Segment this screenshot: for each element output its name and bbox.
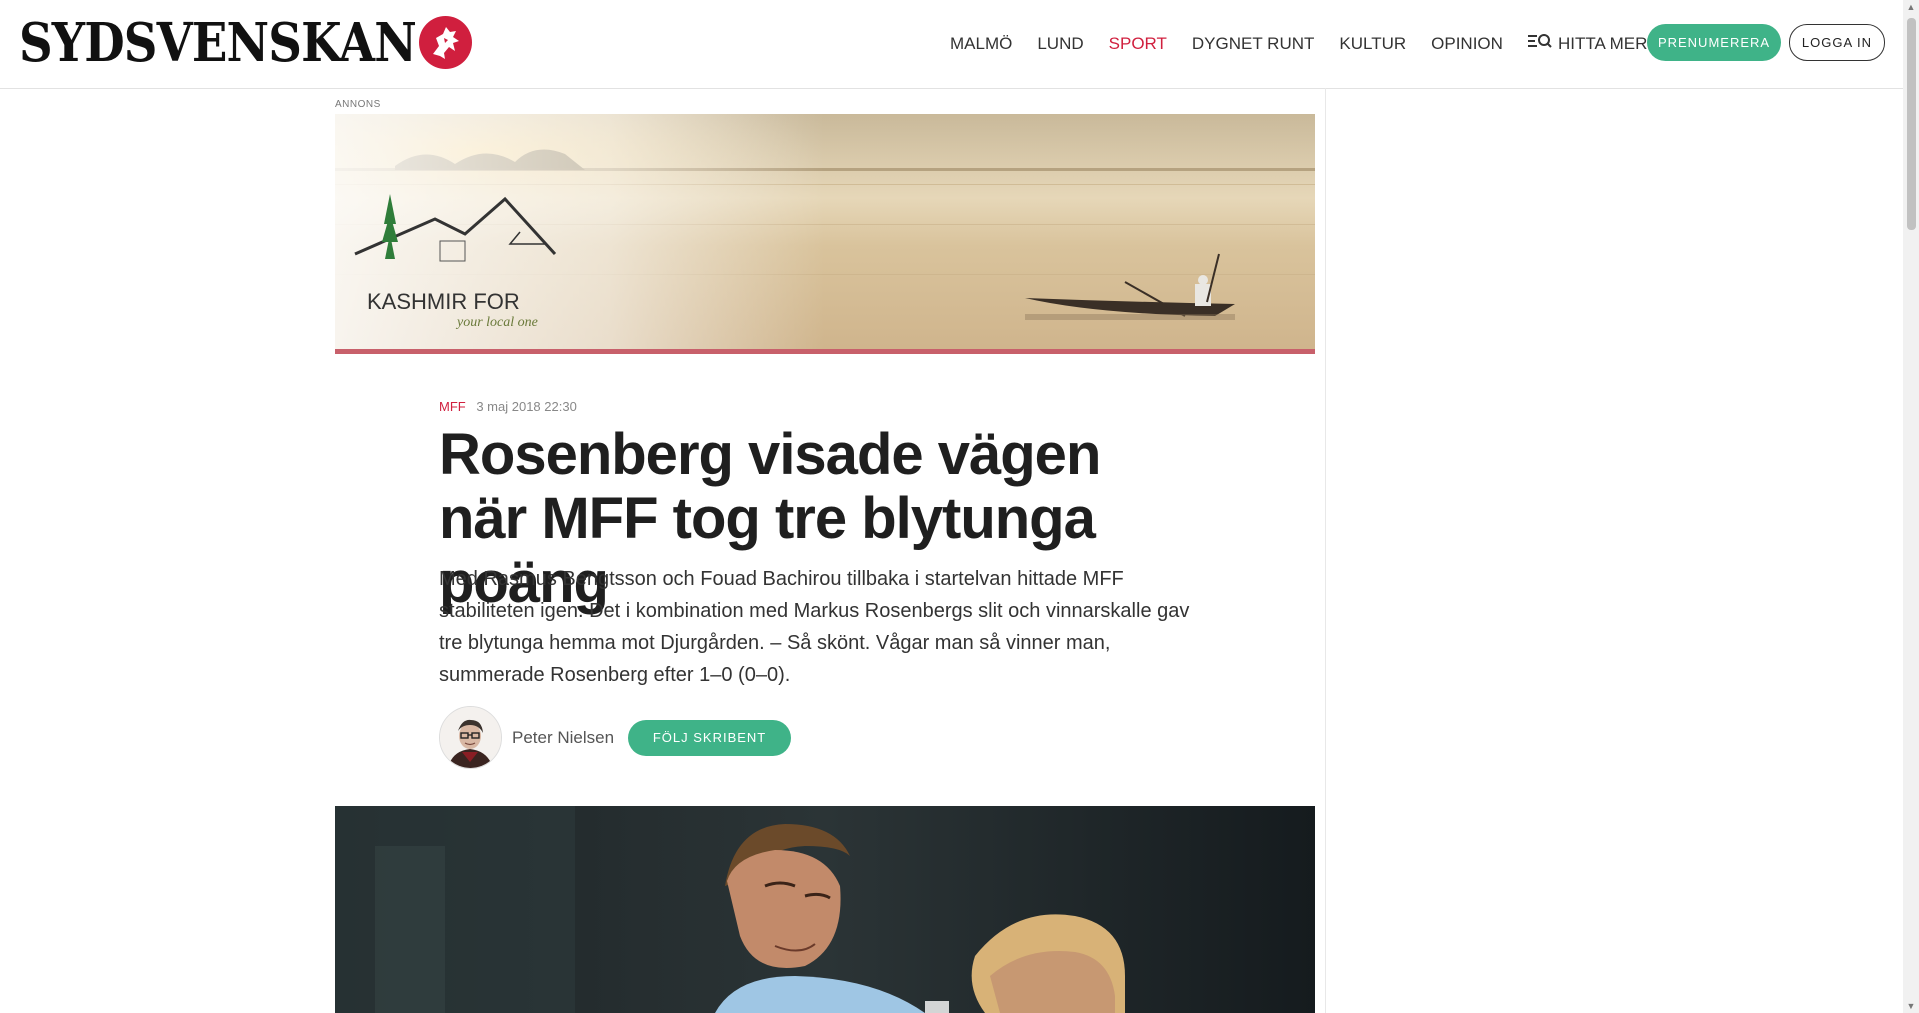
article-category[interactable]: MFF xyxy=(439,399,466,414)
article-lead: Med Rasmus Bengtsson och Fouad Bachirou … xyxy=(439,568,1190,686)
nav-item-kultur[interactable]: KULTUR xyxy=(1339,34,1406,54)
scrollbar-thumb[interactable] xyxy=(1907,18,1916,230)
search-menu-label: HITTA MER xyxy=(1557,33,1648,53)
article-hero-image[interactable] xyxy=(335,806,1315,1013)
search-menu-button[interactable]: HITTA MER xyxy=(1527,33,1648,54)
article-meta: MFF 3 maj 2018 22:30 xyxy=(439,399,577,414)
scroll-up-arrow-icon[interactable]: ▲ xyxy=(1906,2,1916,12)
login-button[interactable]: LOGGA IN xyxy=(1789,24,1885,61)
ad-label: ANNONS xyxy=(335,99,381,110)
content-divider xyxy=(1325,88,1326,1013)
ad-tagline-text: your local one xyxy=(455,315,538,330)
nav-item-sport[interactable]: SPORT xyxy=(1109,34,1167,54)
site-header: SYDSVENSKAN MALMÖ LUND SPORT DYGNET RUNT… xyxy=(0,0,1903,89)
logo-wordmark: SYDSVENSKAN xyxy=(19,11,417,74)
nav-item-opinion[interactable]: OPINION xyxy=(1431,34,1503,54)
follow-author-button[interactable]: FÖLJ SKRIBENT xyxy=(628,719,792,756)
nav-item-malmo[interactable]: MALMÖ xyxy=(950,34,1012,54)
main-nav: MALMÖ LUND SPORT DYGNET RUNT KULTUR OPIN… xyxy=(950,33,1647,54)
ad-bottom-bar xyxy=(335,349,1315,354)
author-avatar[interactable] xyxy=(439,706,502,769)
scroll-down-arrow-icon[interactable]: ▼ xyxy=(1906,1001,1916,1011)
ad-banner[interactable]: KASHMIR FOR your local one xyxy=(335,114,1315,354)
menu-search-icon xyxy=(1527,33,1552,54)
nav-item-dygnet-runt[interactable]: DYGNET RUNT xyxy=(1192,34,1314,54)
page-scrollbar[interactable]: ▲ ▼ xyxy=(1903,0,1919,1013)
article-date: 3 maj 2018 22:30 xyxy=(476,399,577,414)
site-logo[interactable]: SYDSVENSKAN xyxy=(19,11,472,74)
nav-item-lund[interactable]: LUND xyxy=(1037,34,1083,54)
author-name[interactable]: Peter Nielsen xyxy=(512,728,614,748)
subscribe-button[interactable]: PRENUMERERA xyxy=(1647,24,1781,61)
author-byline: Peter Nielsen FÖLJ SKRIBENT xyxy=(439,706,792,769)
ad-brand-text: KASHMIR FOR xyxy=(367,289,520,314)
griffin-logo-icon xyxy=(419,16,472,69)
